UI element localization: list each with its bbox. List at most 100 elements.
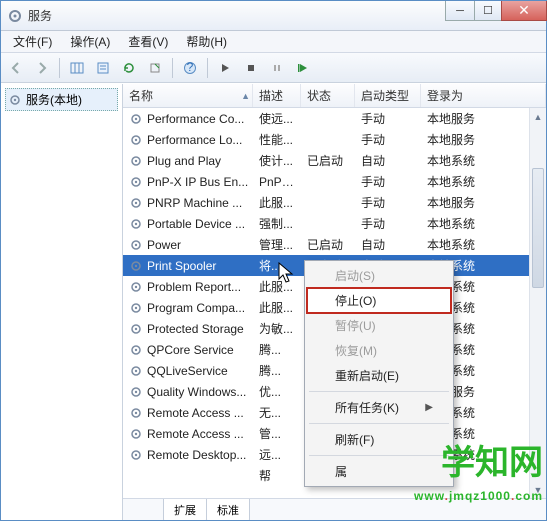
refresh-button[interactable] xyxy=(118,57,140,79)
service-name: Protected Storage xyxy=(147,322,244,336)
service-desc: 此服... xyxy=(253,278,301,295)
service-name: Remote Access ... xyxy=(147,427,244,441)
service-name: Portable Device ... xyxy=(147,217,245,231)
service-start: 手动 xyxy=(355,110,421,127)
service-row[interactable]: Power管理...已启动自动本地系统 xyxy=(123,234,546,255)
service-desc: 使计... xyxy=(253,152,301,169)
context-menu: 启动(S) 停止(O) 暂停(U) 恢复(M) 重新启动(E) 所有任务(K)▶… xyxy=(304,260,454,487)
column-desc[interactable]: 描述 xyxy=(253,84,301,107)
forward-button[interactable] xyxy=(31,57,53,79)
service-row[interactable]: PNRP Machine ...此服...手动本地服务 xyxy=(123,192,546,213)
separator xyxy=(172,58,173,78)
service-name: Performance Co... xyxy=(147,112,244,126)
body: 服务(本地) 名称▲ 描述 状态 启动类型 登录为 ▲ ▼ Performanc… xyxy=(1,83,546,520)
service-name: QQLiveService xyxy=(147,364,228,378)
service-desc: 优... xyxy=(253,383,301,400)
separator xyxy=(309,455,449,456)
gear-icon xyxy=(129,133,143,147)
service-desc: 腾... xyxy=(253,341,301,358)
tab-standard[interactable]: 标准 xyxy=(206,499,250,520)
service-desc: 远... xyxy=(253,446,301,463)
service-name: PNRP Machine ... xyxy=(147,196,242,210)
tree-root-item[interactable]: 服务(本地) xyxy=(5,88,118,111)
properties-button[interactable] xyxy=(92,57,114,79)
menu-file[interactable]: 文件(F) xyxy=(5,31,60,52)
ctx-restart[interactable]: 重新启动(E) xyxy=(307,363,451,388)
ctx-pause: 暂停(U) xyxy=(307,313,451,338)
scroll-up-icon[interactable]: ▲ xyxy=(530,108,546,125)
service-name: Problem Report... xyxy=(147,280,241,294)
ctx-stop[interactable]: 停止(O) xyxy=(307,288,451,313)
gear-icon xyxy=(129,406,143,420)
service-logon: 本地系统 xyxy=(421,215,546,232)
gear-icon xyxy=(129,427,143,441)
service-status: 已启动 xyxy=(301,236,355,253)
services-window: 服务 ─ ☐ ✕ 文件(F) 操作(A) 查看(V) 帮助(H) ? 服务 xyxy=(0,0,547,521)
service-start: 手动 xyxy=(355,215,421,232)
service-desc: 无... xyxy=(253,404,301,421)
menu-view[interactable]: 查看(V) xyxy=(120,31,176,52)
gear-icon xyxy=(8,93,22,107)
submenu-arrow-icon: ▶ xyxy=(425,402,433,413)
toolbar: ? xyxy=(1,53,546,83)
minimize-button[interactable]: ─ xyxy=(445,1,475,21)
separator xyxy=(207,58,208,78)
service-name: Remote Desktop... xyxy=(147,448,246,462)
column-status[interactable]: 状态 xyxy=(301,84,355,107)
service-logon: 本地系统 xyxy=(421,236,546,253)
separator xyxy=(309,391,449,392)
app-icon xyxy=(7,8,23,24)
column-start[interactable]: 启动类型 xyxy=(355,84,421,107)
gear-icon xyxy=(129,217,143,231)
ctx-start: 启动(S) xyxy=(307,263,451,288)
scroll-down-icon[interactable]: ▼ xyxy=(530,481,546,498)
service-row[interactable]: Performance Lo...性能...手动本地服务 xyxy=(123,129,546,150)
service-name: Remote Access ... xyxy=(147,406,244,420)
service-logon: 本地服务 xyxy=(421,110,546,127)
svg-text:?: ? xyxy=(187,61,194,74)
service-desc: 腾... xyxy=(253,362,301,379)
start-service-button[interactable] xyxy=(214,57,236,79)
gear-icon xyxy=(129,112,143,126)
back-button[interactable] xyxy=(5,57,27,79)
tab-extended[interactable]: 扩展 xyxy=(163,499,207,520)
restart-service-button[interactable] xyxy=(292,57,314,79)
menubar: 文件(F) 操作(A) 查看(V) 帮助(H) xyxy=(1,31,546,53)
service-logon: 本地系统 xyxy=(421,173,546,190)
close-button[interactable]: ✕ xyxy=(501,1,547,21)
column-logon[interactable]: 登录为 xyxy=(421,84,546,107)
service-row[interactable]: Portable Device ...强制...手动本地系统 xyxy=(123,213,546,234)
menu-help[interactable]: 帮助(H) xyxy=(178,31,235,52)
separator xyxy=(309,423,449,424)
service-desc: 此服... xyxy=(253,299,301,316)
service-row[interactable]: PnP-X IP Bus En...PnP-...手动本地系统 xyxy=(123,171,546,192)
maximize-button[interactable]: ☐ xyxy=(474,1,502,21)
tab-strip: 扩展 标准 xyxy=(123,498,546,520)
service-name: Print Spooler xyxy=(147,259,216,273)
service-status: 已启动 xyxy=(301,152,355,169)
service-logon: 本地服务 xyxy=(421,131,546,148)
export-button[interactable] xyxy=(144,57,166,79)
pause-service-button[interactable] xyxy=(266,57,288,79)
tree-pane: 服务(本地) xyxy=(1,84,123,520)
gear-icon xyxy=(129,154,143,168)
stop-service-button[interactable] xyxy=(240,57,262,79)
help-button[interactable]: ? xyxy=(179,57,201,79)
service-row[interactable]: Plug and Play使计...已启动自动本地系统 xyxy=(123,150,546,171)
scroll-thumb[interactable] xyxy=(532,168,544,288)
service-row[interactable]: Performance Co...使远...手动本地服务 xyxy=(123,108,546,129)
ctx-refresh[interactable]: 刷新(F) xyxy=(307,427,451,452)
menu-action[interactable]: 操作(A) xyxy=(62,31,118,52)
tree-root-label: 服务(本地) xyxy=(26,91,82,108)
gear-icon xyxy=(129,448,143,462)
column-name[interactable]: 名称▲ xyxy=(123,84,253,107)
vertical-scrollbar[interactable]: ▲ ▼ xyxy=(529,108,546,498)
service-name: Quality Windows... xyxy=(147,385,246,399)
gear-icon xyxy=(129,322,143,336)
service-desc: PnP-... xyxy=(253,175,301,189)
service-desc: 管理... xyxy=(253,236,301,253)
ctx-properties[interactable]: 属 xyxy=(307,459,451,484)
service-desc: 管... xyxy=(253,425,301,442)
ctx-alltasks[interactable]: 所有任务(K)▶ xyxy=(307,395,451,420)
columns-button[interactable] xyxy=(66,57,88,79)
